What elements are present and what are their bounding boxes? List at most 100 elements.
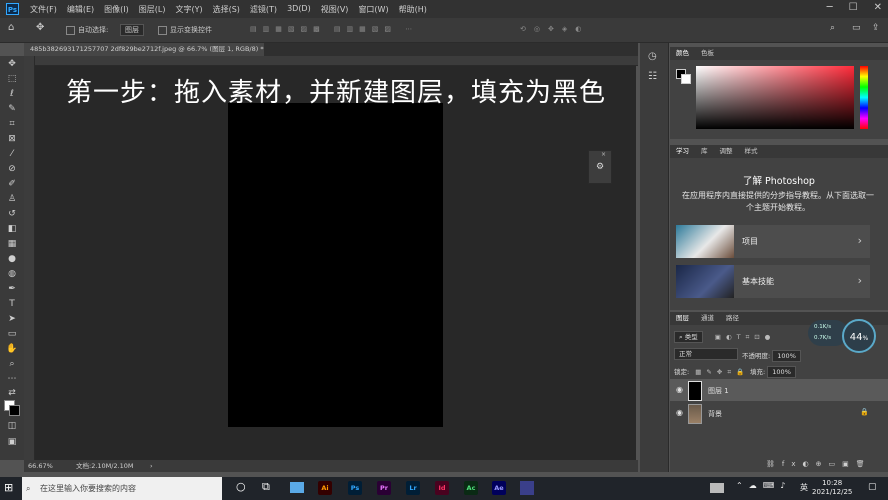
search-icon[interactable]: ⌕ <box>830 23 835 33</box>
photoshop-icon[interactable]: Ps <box>348 481 362 495</box>
background-color-swatch[interactable] <box>9 405 20 416</box>
minimize-icon[interactable]: ─ <box>827 2 833 13</box>
tab-channels[interactable]: 通道 <box>701 312 714 325</box>
color-field[interactable] <box>696 66 854 129</box>
taskbar-clock[interactable]: 10:28 2021/12/25 <box>812 479 852 497</box>
menu-filter[interactable]: 滤镜(T) <box>250 4 277 15</box>
brush-tool-icon[interactable]: ✐ <box>5 178 19 190</box>
tab-styles[interactable]: 样式 <box>745 145 758 158</box>
lightroom-icon[interactable]: Lr <box>406 481 420 495</box>
layer-filter-icons[interactable]: ▣◐T⌗⊡● <box>715 333 776 341</box>
properties-icon[interactable]: ⚙ <box>589 162 611 172</box>
acrobat-icon[interactable]: Ac <box>464 481 478 495</box>
opacity-value[interactable]: 100% <box>772 350 801 362</box>
ime-indicator[interactable]: 英 <box>800 482 808 493</box>
app-window-icon[interactable] <box>520 481 534 495</box>
menu-select[interactable]: 选择(S) <box>213 4 240 15</box>
healing-tool-icon[interactable]: ⊘ <box>5 163 19 175</box>
fill-value[interactable]: 100% <box>767 366 796 378</box>
windows-start-icon[interactable]: ⊞ <box>4 481 13 494</box>
menu-window[interactable]: 窗口(W) <box>358 4 388 15</box>
lock-icons[interactable]: ▦✎✥⌗🔒 <box>695 368 749 376</box>
swap-colors-icon[interactable]: ⇄ <box>5 387 19 399</box>
tab-paths[interactable]: 路径 <box>726 312 739 325</box>
cortana-icon[interactable]: ○ <box>236 480 246 493</box>
notification-icon[interactable]: ▢ <box>868 482 877 492</box>
type-tool-icon[interactable]: T <box>5 298 19 310</box>
task-view-icon[interactable]: ⧉ <box>262 480 270 494</box>
properties-icon[interactable]: ☷ <box>648 71 657 82</box>
illustrator-icon[interactable]: Ai <box>318 481 332 495</box>
auto-select-target-dropdown[interactable]: 图层 <box>120 24 144 36</box>
close-icon[interactable]: ✕ <box>874 2 882 13</box>
bg-color-chip[interactable] <box>681 74 691 84</box>
browser-icon[interactable] <box>290 482 304 493</box>
history-icon[interactable]: ◷ <box>648 51 657 62</box>
lasso-tool-icon[interactable]: ℓ <box>5 88 19 100</box>
after-effects-icon[interactable]: Ae <box>492 481 506 495</box>
workspace-icon[interactable]: ▭ <box>852 23 861 33</box>
layer-row-background[interactable]: ◉ 背景 🔒 <box>670 402 888 424</box>
history-brush-tool-icon[interactable]: ↺ <box>5 208 19 220</box>
pen-tool-icon[interactable]: ✒ <box>5 283 19 295</box>
home-icon[interactable]: ⌂ <box>8 22 14 33</box>
tab-libraries[interactable]: 库 <box>701 145 708 158</box>
quick-select-tool-icon[interactable]: ✎ <box>5 103 19 115</box>
eraser-tool-icon[interactable]: ◧ <box>5 223 19 235</box>
menu-edit[interactable]: 编辑(E) <box>67 4 94 15</box>
layer-filter-dropdown[interactable]: ⌕ 类型 <box>674 331 703 343</box>
share-icon[interactable]: ⇪ <box>872 23 880 33</box>
eye-icon[interactable]: ◉ <box>676 385 683 394</box>
blend-mode-dropdown[interactable]: 正常 <box>674 348 738 360</box>
path-select-tool-icon[interactable]: ➤ <box>5 313 19 325</box>
stamp-tool-icon[interactable]: ♙ <box>5 193 19 205</box>
dodge-tool-icon[interactable]: ◍ <box>5 268 19 280</box>
floating-mini-panel[interactable]: × ⚙ <box>588 150 612 184</box>
menu-view[interactable]: 视图(V) <box>321 4 349 15</box>
layer-actions-bar[interactable]: ⛓fx◐⊕▭▣🗑 <box>766 460 872 468</box>
learn-card-basic-skills[interactable]: 基本技能 › <box>676 265 870 298</box>
maximize-icon[interactable]: ☐ <box>849 2 858 13</box>
gradient-tool-icon[interactable]: ▦ <box>5 238 19 250</box>
layer-row-layer1[interactable]: ◉ 图层 1 <box>670 379 888 401</box>
system-tray-icons[interactable]: ⌃☁⌨♪ <box>736 481 791 490</box>
move-tool-icon[interactable]: ✥ <box>36 22 44 33</box>
tray-app-icon[interactable] <box>710 483 724 493</box>
status-arrow-icon[interactable]: › <box>150 460 153 472</box>
learn-card-projects[interactable]: 项目 › <box>676 225 870 258</box>
layer-name[interactable]: 图层 1 <box>708 386 729 396</box>
3d-mode-icons[interactable]: ⟲◎✥◈◐ <box>520 25 589 33</box>
hand-tool-icon[interactable]: ✋ <box>5 343 19 355</box>
more-tools-icon[interactable]: ⋯ <box>5 373 19 385</box>
layer-name[interactable]: 背景 <box>708 409 722 419</box>
document-canvas-black-layer[interactable] <box>228 103 443 427</box>
auto-select-checkbox[interactable] <box>66 25 75 35</box>
zoom-level[interactable]: 66.67% <box>28 460 53 472</box>
indesign-icon[interactable]: Id <box>435 481 449 495</box>
menu-3d[interactable]: 3D(D) <box>287 4 311 15</box>
quick-mask-icon[interactable]: ◫ <box>5 420 19 432</box>
zoom-tool-icon[interactable]: ⌕ <box>5 358 19 370</box>
frame-tool-icon[interactable]: ⊠ <box>5 133 19 145</box>
menu-file[interactable]: 文件(F) <box>30 4 57 15</box>
eye-icon[interactable]: ◉ <box>676 408 683 417</box>
close-icon[interactable]: × <box>589 151 611 158</box>
tab-color[interactable]: 颜色 <box>676 47 689 60</box>
menu-help[interactable]: 帮助(H) <box>399 4 427 15</box>
menu-image[interactable]: 图像(I) <box>104 4 129 15</box>
premiere-icon[interactable]: Pr <box>377 481 391 495</box>
screen-mode-icon[interactable]: ▣ <box>5 436 19 448</box>
hue-slider[interactable] <box>860 66 868 129</box>
rectangle-tool-icon[interactable]: ▭ <box>5 328 19 340</box>
tab-layers[interactable]: 图层 <box>676 312 689 325</box>
eyedropper-tool-icon[interactable]: ⁄ <box>5 148 19 160</box>
menu-type[interactable]: 文字(Y) <box>175 4 202 15</box>
tab-adjustments[interactable]: 调整 <box>720 145 733 158</box>
align-icons[interactable]: ▤▥▦▧▨▩ ▤▥▦▧▨ ⋯ <box>250 25 418 33</box>
show-transform-checkbox[interactable] <box>158 25 167 35</box>
taskbar-search-input[interactable]: ⌕ 在这里输入你要搜索的内容 <box>22 477 222 500</box>
blur-tool-icon[interactable]: ● <box>5 253 19 265</box>
document-tab[interactable]: 485b382693171257707 2df829be2712f.jpeg @… <box>24 43 264 56</box>
crop-tool-icon[interactable]: ⌗ <box>5 118 19 130</box>
marquee-tool-icon[interactable]: ⬚ <box>5 73 19 85</box>
